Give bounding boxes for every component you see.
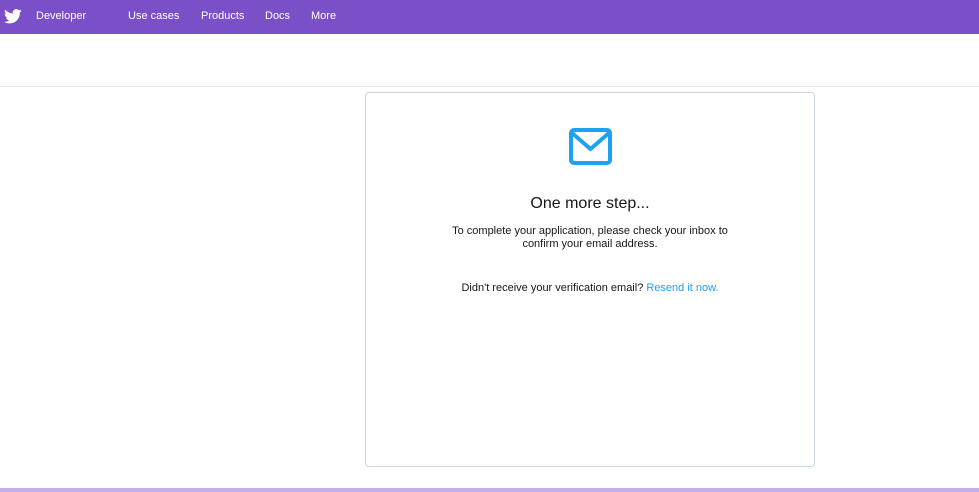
bottom-accent-bar	[0, 488, 979, 492]
top-navigation-bar: Developer Use cases Products Docs More	[0, 0, 979, 34]
resend-line: Didn't receive your verification email? …	[366, 282, 814, 295]
card-instructions: To complete your application, please che…	[452, 225, 728, 250]
nav-link-products[interactable]: Products	[201, 10, 244, 23]
resend-link[interactable]: Resend it now.	[646, 282, 718, 294]
nav-link-use-cases[interactable]: Use cases	[128, 10, 179, 23]
card-title: One more step...	[530, 195, 650, 212]
envelope-icon	[569, 128, 612, 165]
nav-link-docs[interactable]: Docs	[265, 10, 290, 23]
resend-prompt: Didn't receive your verification email?	[461, 282, 644, 294]
verification-card: One more step... To complete your applic…	[365, 92, 815, 467]
developer-brand-link[interactable]: Developer	[36, 10, 86, 23]
secondary-header	[0, 34, 979, 87]
nav-link-more[interactable]: More	[311, 10, 336, 23]
twitter-bird-icon[interactable]	[4, 9, 22, 24]
